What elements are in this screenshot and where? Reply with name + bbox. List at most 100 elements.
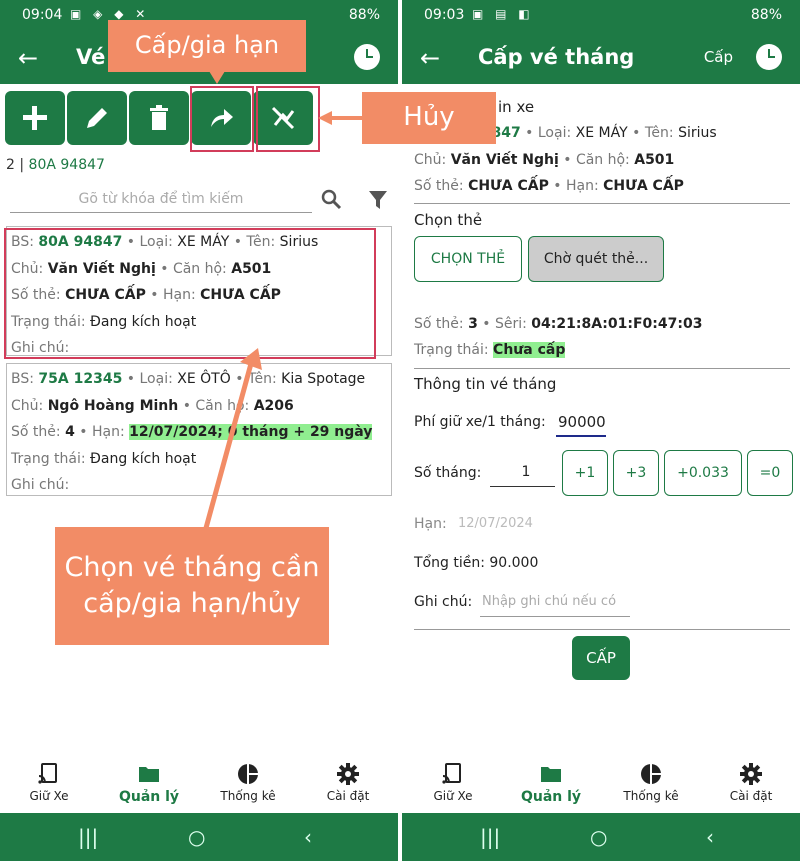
issue-action[interactable]: Cấp: [704, 48, 733, 66]
owner-label: Chủ:: [414, 152, 447, 168]
name-value: Sirius: [678, 125, 717, 141]
fee-underline: [556, 435, 606, 437]
left-phone: 09:04 ▣ ◈ ◆ ✕ 88% ← Vé 2 | 80A 94847 Gõ …: [0, 0, 398, 861]
gear-icon: [740, 763, 762, 785]
months-underline: [490, 486, 555, 487]
plus-icon: [23, 106, 47, 130]
clock-icon[interactable]: [756, 44, 782, 70]
note-underline: [480, 616, 630, 617]
divider: [414, 629, 790, 630]
deadline-value: 12/07/2024: [458, 516, 533, 531]
nav-stats[interactable]: Thống kê: [203, 757, 293, 803]
card-state-line: Trạng thái: Chưa cấp: [414, 342, 566, 358]
pie-chart-icon: [641, 764, 661, 784]
nav-stats[interactable]: Thống kê: [606, 757, 696, 803]
nav-stats-label: Thống kê: [623, 789, 679, 803]
nav-settings-label: Cài đặt: [729, 789, 773, 803]
apt-label: • Căn hộ:: [563, 152, 630, 168]
nav-parking[interactable]: Giữ Xe: [4, 757, 94, 803]
ticket-card-2[interactable]: BS: 75A 12345 • Loại: XE ÔTÔ • Tên: Kia …: [6, 363, 392, 496]
divider: [414, 368, 790, 369]
plate-value: 75A 12345: [38, 371, 123, 387]
system-nav-bar: ||| ○ ‹: [402, 813, 800, 861]
cancel-highlight-box: [256, 86, 320, 152]
reset-months-button[interactable]: =0: [747, 450, 793, 496]
callout-choose-line2: cấp/gia hạn/hủy: [83, 588, 301, 619]
back-arrow-icon[interactable]: ←: [18, 44, 38, 72]
nav-manage-label: Quản lý: [118, 789, 180, 805]
type-label: • Loại:: [126, 371, 173, 387]
nav-manage[interactable]: Quản lý: [506, 757, 596, 805]
nav-settings[interactable]: Cài đặt: [303, 757, 393, 803]
add-button[interactable]: [5, 91, 65, 145]
back-nav-icon[interactable]: ‹: [706, 825, 714, 849]
gear-icon: [337, 763, 359, 785]
status-time: 09:04: [22, 7, 63, 23]
issue-highlight-box: [190, 86, 254, 152]
fee-label: Phí giữ xe/1 tháng:: [414, 414, 546, 430]
clock-icon[interactable]: [354, 44, 380, 70]
nav-settings[interactable]: Cài đặt: [706, 757, 796, 803]
type-label: • Loại:: [525, 125, 572, 141]
choose-card-button[interactable]: CHỌN THẺ: [414, 236, 522, 282]
callout-cancel-arrow: [318, 111, 364, 125]
waiting-scan-button[interactable]: Chờ quét thẻ...: [528, 236, 664, 282]
selection-plate: 80A 94847: [28, 157, 105, 173]
folder-icon: [139, 767, 159, 782]
home-icon[interactable]: ○: [188, 825, 205, 849]
state-label: Trạng thái:: [11, 450, 86, 467]
search-icon[interactable]: [320, 188, 342, 210]
card-value: 4: [65, 424, 75, 440]
status-time: 09:03: [424, 7, 465, 23]
status-bar: 09:03 ▣ ▤ ◧ 88%: [402, 0, 800, 34]
card-number-line: Số thẻ: 3 • Sêri: 04:21:8A:01:F0:47:03: [414, 316, 702, 332]
fee-input[interactable]: 90000: [558, 413, 606, 431]
card-state-label: Trạng thái:: [414, 342, 489, 358]
back-nav-icon[interactable]: ‹: [304, 825, 312, 849]
card-value: CHƯA CẤP: [468, 178, 549, 194]
recent-apps-icon[interactable]: |||: [480, 825, 500, 849]
note-input[interactable]: Nhập ghi chú nếu có: [482, 594, 616, 609]
deadline-label: Hạn:: [414, 516, 447, 532]
months-input[interactable]: 1: [516, 464, 536, 480]
system-nav-bar: ||| ○ ‹: [0, 813, 398, 861]
home-icon[interactable]: ○: [590, 825, 607, 849]
state-value: Đang kích hoạt: [90, 450, 197, 467]
owner-label: Chủ:: [11, 397, 44, 414]
add-1-month-button[interactable]: +1: [562, 450, 608, 496]
exp-value: CHƯA CẤP: [603, 178, 684, 194]
add-1-day-button[interactable]: +0.033: [664, 450, 742, 496]
serial-value: 04:21:8A:01:F0:47:03: [531, 316, 703, 332]
nav-manage[interactable]: Quản lý: [104, 757, 194, 805]
delete-button[interactable]: [129, 91, 189, 145]
cast-icon: [442, 763, 461, 784]
callout-issue-arrow: [209, 71, 225, 84]
status-battery: 88%: [348, 7, 380, 23]
search-input[interactable]: Gõ từ khóa để tìm kiếm: [10, 187, 312, 213]
owner-value: Văn Viết Nghị: [450, 152, 559, 168]
trash-icon: [150, 105, 168, 130]
vehicle-line-2: Chủ: Văn Viết Nghị • Căn hộ: A501: [414, 152, 674, 168]
notification-icons: ▣ ◈ ◆ ✕: [70, 7, 150, 21]
vehicle-line-3: Số thẻ: CHƯA CẤP • Hạn: CHƯA CẤP: [414, 178, 684, 194]
card-state-value: Chưa cấp: [493, 342, 566, 358]
apt-value: A501: [634, 152, 675, 168]
page-title: Vé: [76, 45, 106, 69]
total-value: 90.000: [489, 555, 539, 571]
nav-manage-label: Quản lý: [520, 789, 582, 805]
nav-parking-label: Giữ Xe: [433, 789, 473, 803]
serial-label: • Sêri:: [482, 316, 527, 332]
months-label: Số tháng:: [414, 465, 482, 481]
callout-issue: Cấp/gia hạn: [108, 20, 306, 72]
vehicle-line-1: 94847 • Loại: XE MÁY • Tên: Sirius: [472, 125, 717, 141]
filter-icon[interactable]: [368, 190, 388, 210]
owner-value: Ngô Hoàng Minh: [47, 397, 179, 414]
back-arrow-icon[interactable]: ←: [420, 44, 440, 72]
add-3-month-button[interactable]: +3: [613, 450, 659, 496]
callout-choose-arrow: [203, 348, 262, 529]
edit-button[interactable]: [67, 91, 127, 145]
nav-stats-label: Thống kê: [220, 789, 276, 803]
submit-issue-button[interactable]: CẤP: [572, 636, 630, 680]
nav-parking[interactable]: Giữ Xe: [408, 757, 498, 803]
recent-apps-icon[interactable]: |||: [78, 825, 98, 849]
